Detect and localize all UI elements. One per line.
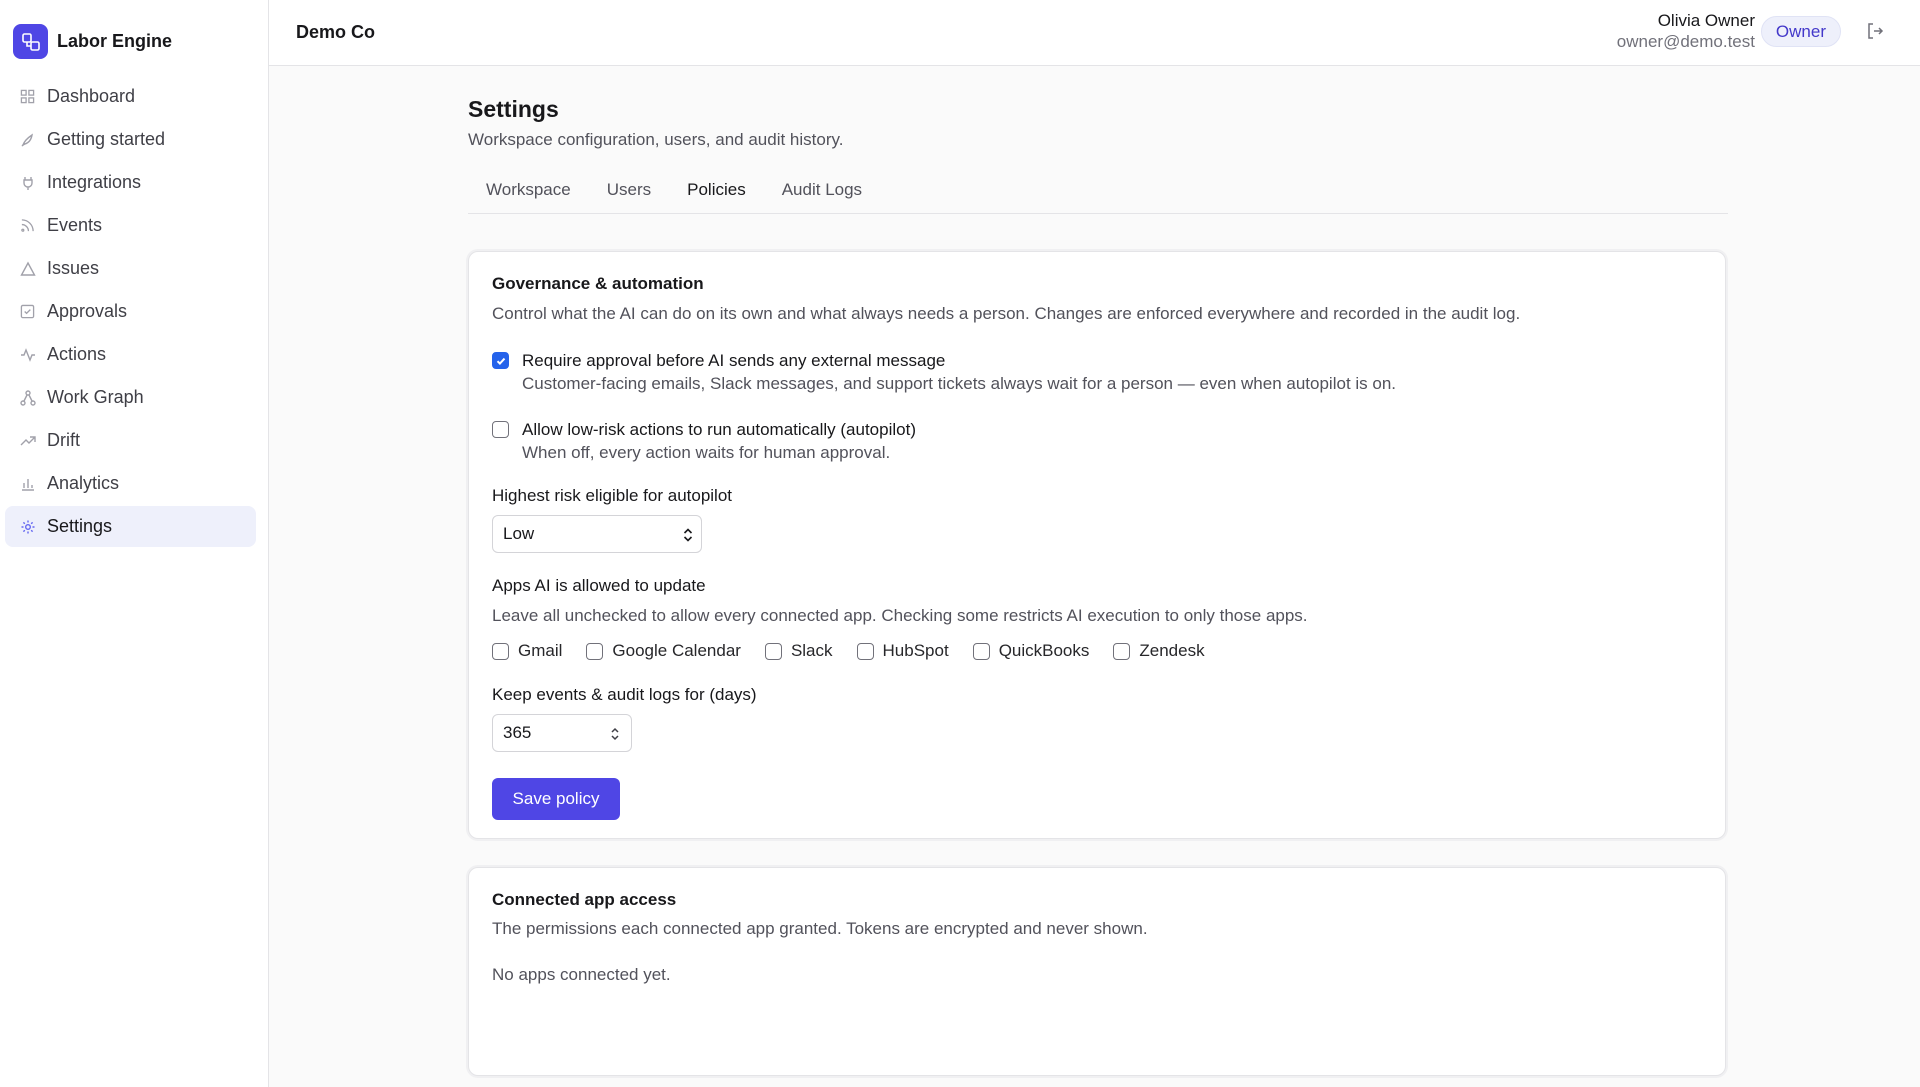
app-checkbox[interactable] [492, 642, 509, 660]
gear-icon [18, 517, 37, 536]
connected-empty-state: No apps connected yet. [492, 965, 671, 984]
trending-up-icon [18, 431, 37, 450]
sidebar-item-integrations[interactable]: Integrations [5, 162, 256, 203]
logo-icon [13, 24, 48, 59]
plug-icon [18, 173, 37, 192]
sidebar-item-settings[interactable]: Settings [5, 506, 256, 547]
tab-audit-logs[interactable]: Audit Logs [764, 176, 880, 214]
governance-description: Control what the AI can do on its own an… [492, 304, 1521, 323]
governance-card: Governance & automation Control what the… [468, 251, 1726, 839]
sidebar-item-issues[interactable]: Issues [5, 248, 256, 289]
page-title: Settings [468, 96, 559, 122]
activity-icon [18, 345, 37, 364]
governance-title: Governance & automation [492, 274, 704, 293]
bar-chart-icon [18, 474, 37, 493]
sidebar-item-dashboard[interactable]: Dashboard [5, 76, 256, 117]
sidebar-item-label: Getting started [47, 129, 166, 149]
save-policy-button[interactable]: Save policy [492, 778, 620, 820]
retention-value: 365 [503, 723, 532, 742]
user-info: Olivia Owner owner@demo.test [1617, 10, 1755, 52]
sidebar-item-label: Work Graph [47, 387, 144, 407]
app-label: Zendesk [1139, 641, 1205, 660]
autopilot-help: When off, every action waits for human a… [522, 443, 891, 462]
chevron-updown-icon [681, 525, 695, 545]
require-approval-help: Customer-facing emails, Slack messages, … [522, 374, 1397, 393]
org-name[interactable]: Demo Co [296, 22, 375, 43]
risk-label: Highest risk eligible for autopilot [492, 486, 733, 505]
tab-workspace[interactable]: Workspace [468, 176, 589, 214]
app-checkbox[interactable] [972, 642, 990, 660]
logout-icon[interactable] [1865, 21, 1887, 43]
settings-tabs: Workspace Users Policies Audit Logs [468, 176, 1728, 214]
grid-icon [18, 87, 37, 106]
sidebar-item-label: Approvals [47, 301, 128, 321]
app-option-slack[interactable]: Slack [764, 641, 833, 661]
require-approval-checkbox[interactable] [492, 352, 509, 369]
risk-select-value: Low [503, 524, 535, 543]
apps-options: Gmail Google Calendar Slack HubSpot Quic… [492, 641, 1229, 661]
brand-name: Labor Engine [57, 31, 173, 51]
sidebar-item-work-graph[interactable]: Work Graph [5, 377, 256, 418]
app-checkbox[interactable] [1113, 642, 1131, 660]
app-option-quickbooks[interactable]: QuickBooks [972, 641, 1090, 661]
connected-title: Connected app access [492, 890, 677, 909]
user-name: Olivia Owner [1657, 11, 1755, 30]
sidebar-item-approvals[interactable]: Approvals [5, 291, 256, 332]
sidebar-item-label: Actions [47, 344, 107, 364]
sidebar-nav: Dashboard Getting started Integrations E… [5, 76, 256, 549]
risk-select[interactable]: Low [492, 515, 702, 553]
user-email: owner@demo.test [1616, 32, 1755, 51]
page-subtitle: Workspace configuration, users, and audi… [468, 130, 844, 149]
sidebar-item-getting-started[interactable]: Getting started [5, 119, 256, 160]
tab-users[interactable]: Users [589, 176, 669, 214]
app-label: Slack [790, 641, 833, 660]
app-label: HubSpot [882, 641, 949, 660]
rss-icon [18, 216, 37, 235]
sidebar-item-label: Integrations [47, 172, 142, 192]
sidebar-item-drift[interactable]: Drift [5, 420, 256, 461]
tab-policies[interactable]: Policies [669, 176, 764, 214]
require-approval-option: Require approval before AI sends any ext… [492, 349, 1396, 395]
autopilot-checkbox[interactable] [492, 421, 509, 438]
app-checkbox[interactable] [764, 642, 782, 660]
sidebar-item-label: Drift [47, 430, 80, 450]
check-square-icon [18, 302, 37, 321]
autopilot-option: Allow low-risk actions to run automatica… [492, 418, 916, 464]
stepper-icon[interactable] [609, 724, 621, 744]
sidebar-item-label: Issues [47, 258, 100, 278]
top-bar: Demo Co Olivia Owner owner@demo.test Own… [269, 0, 1920, 66]
sidebar-item-analytics[interactable]: Analytics [5, 463, 256, 504]
sidebar-item-label: Analytics [47, 473, 120, 493]
sidebar-item-label: Events [47, 215, 103, 235]
connected-apps-card: Connected app access The permissions eac… [468, 867, 1726, 1076]
app-checkbox[interactable] [586, 642, 604, 660]
app-option-zendesk[interactable]: Zendesk [1113, 641, 1205, 661]
rocket-icon [18, 130, 37, 149]
network-icon [18, 388, 37, 407]
alert-triangle-icon [18, 259, 37, 278]
require-approval-label: Require approval before AI sends any ext… [522, 351, 946, 370]
apps-help: Leave all unchecked to allow every conne… [492, 606, 1308, 625]
sidebar: Labor Engine Dashboard Getting started I… [0, 0, 269, 1087]
sidebar-item-label: Dashboard [47, 86, 136, 106]
app-option-gmail[interactable]: Gmail [492, 641, 562, 661]
sidebar-item-label: Settings [47, 516, 113, 536]
app-label: Gmail [518, 641, 563, 660]
sidebar-item-events[interactable]: Events [5, 205, 256, 246]
app-checkbox[interactable] [856, 642, 874, 660]
apps-label: Apps AI is allowed to update [492, 576, 706, 595]
sidebar-item-actions[interactable]: Actions [5, 334, 256, 375]
app-option-google-calendar[interactable]: Google Calendar [586, 641, 741, 661]
app-label: Google Calendar [612, 641, 741, 660]
brand[interactable]: Labor Engine [13, 24, 172, 59]
retention-input[interactable]: 365 [492, 714, 632, 752]
app-option-hubspot[interactable]: HubSpot [856, 641, 949, 661]
role-badge: Owner [1760, 16, 1841, 47]
retention-label: Keep events & audit logs for (days) [492, 685, 757, 704]
connected-description: The permissions each connected app grant… [492, 919, 1148, 938]
autopilot-label: Allow low-risk actions to run automatica… [522, 420, 916, 439]
app-label: QuickBooks [998, 641, 1090, 660]
